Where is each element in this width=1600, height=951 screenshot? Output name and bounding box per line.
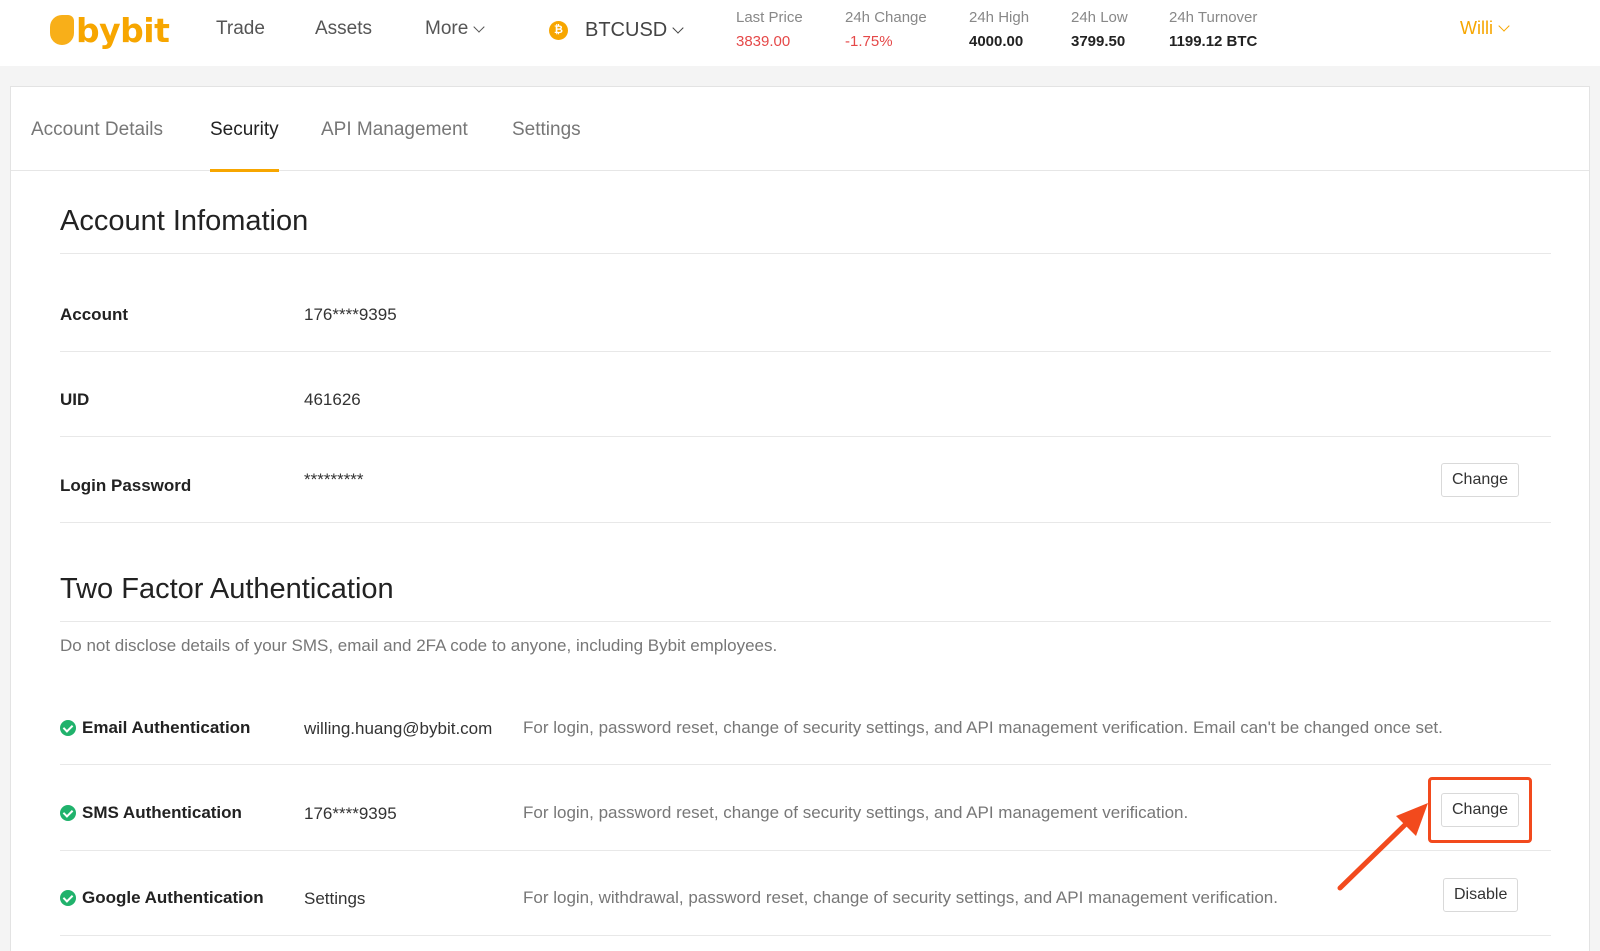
email-auth-label-text: Email Authentication (82, 718, 251, 737)
stat-value: 4000.00 (969, 33, 1024, 50)
check-circle-icon (60, 720, 76, 736)
divider (60, 436, 1551, 437)
email-auth-label: Email Authentication (60, 718, 250, 738)
top-bar: bybit Trade Assets More ₿ BTCUSD Last Pr… (0, 0, 1600, 66)
divider (60, 621, 1551, 622)
stat-value: 3839.00 (736, 33, 791, 50)
annotation-arrow-icon (1337, 803, 1428, 891)
account-label: Account (60, 305, 128, 324)
symbol-label: BTCUSD (585, 19, 668, 41)
uid-label: UID (60, 390, 90, 409)
bitcoin-icon: ₿ (549, 21, 568, 40)
email-auth-value: willing.huang@bybit.com (304, 719, 493, 738)
two-factor-title: Two Factor Authentication (60, 573, 394, 605)
nav-assets[interactable]: Assets (315, 18, 372, 40)
logo-text: bybit (76, 10, 170, 50)
disable-google-auth-button[interactable]: Disable (1443, 878, 1519, 912)
divider (60, 935, 1551, 936)
account-info-title: Account Infomation (60, 205, 309, 237)
divider (60, 764, 1551, 765)
tab-account-details[interactable]: Account Details (31, 119, 163, 171)
nav-trade[interactable]: Trade (216, 18, 265, 40)
google-auth-desc: For login, withdrawal, password reset, c… (523, 888, 1278, 907)
google-auth-value[interactable]: Settings (304, 889, 365, 909)
tab-security[interactable]: Security (210, 119, 279, 172)
user-name: Willi (1460, 18, 1493, 38)
nav-assets-label: Assets (315, 18, 373, 39)
stat-last-price: Last Price 3839.00 (736, 9, 803, 50)
stat-label: Last Price (736, 9, 803, 26)
tab-api-management[interactable]: API Management (321, 119, 468, 171)
email-auth-desc: For login, password reset, change of sec… (523, 718, 1443, 737)
google-auth-label-text: Google Authentication (82, 888, 264, 907)
stat-label: 24h Low (1071, 9, 1128, 26)
chevron-down-icon (473, 20, 485, 33)
chevron-down-icon (672, 22, 684, 34)
nav-more-label: More (425, 18, 469, 39)
check-circle-icon (60, 890, 76, 906)
tab-bar: Account Details Security API Management … (11, 87, 1589, 172)
google-auth-label: Google Authentication (60, 888, 264, 908)
bybit-logo[interactable]: bybit (50, 8, 170, 52)
divider (60, 522, 1551, 523)
sms-auth-desc: For login, password reset, change of sec… (523, 803, 1189, 822)
check-circle-icon (60, 805, 76, 821)
sms-auth-label: SMS Authentication (60, 803, 242, 823)
login-password-value: ********* (304, 470, 364, 489)
stat-label: 24h Turnover (1169, 9, 1258, 26)
nav-more[interactable]: More (425, 18, 485, 40)
stat-label: 24h High (969, 9, 1030, 26)
sms-auth-label-text: SMS Authentication (82, 803, 242, 822)
stat-24h-change: 24h Change -1.75% (845, 9, 927, 50)
tab-settings[interactable]: Settings (512, 119, 581, 171)
uid-value: 461626 (304, 390, 361, 409)
stat-24h-low: 24h Low 3799.50 (1071, 9, 1128, 50)
stat-value: 1199.12 BTC (1169, 33, 1258, 50)
account-value: 176****9395 (304, 305, 397, 324)
security-note: Do not disclose details of your SMS, ema… (60, 636, 778, 655)
user-menu[interactable]: Willi (1460, 18, 1510, 39)
nav-trade-label: Trade (216, 18, 265, 39)
stat-24h-high: 24h High 4000.00 (969, 9, 1029, 50)
divider (60, 253, 1551, 254)
stat-value: 3799.50 (1071, 33, 1126, 50)
logo-mark-icon (50, 15, 74, 45)
symbol-selector[interactable]: BTCUSD (585, 19, 684, 42)
stat-label: 24h Change (845, 9, 927, 26)
divider (60, 351, 1551, 352)
change-password-button[interactable]: Change (1441, 463, 1520, 497)
login-password-label: Login Password (60, 476, 192, 495)
sms-auth-value: 176****9395 (304, 804, 397, 823)
chevron-down-icon (1498, 20, 1510, 32)
stat-24h-turnover: 24h Turnover 1199.12 BTC (1169, 9, 1257, 50)
stat-value: -1.75% (845, 33, 893, 50)
divider (60, 850, 1551, 851)
